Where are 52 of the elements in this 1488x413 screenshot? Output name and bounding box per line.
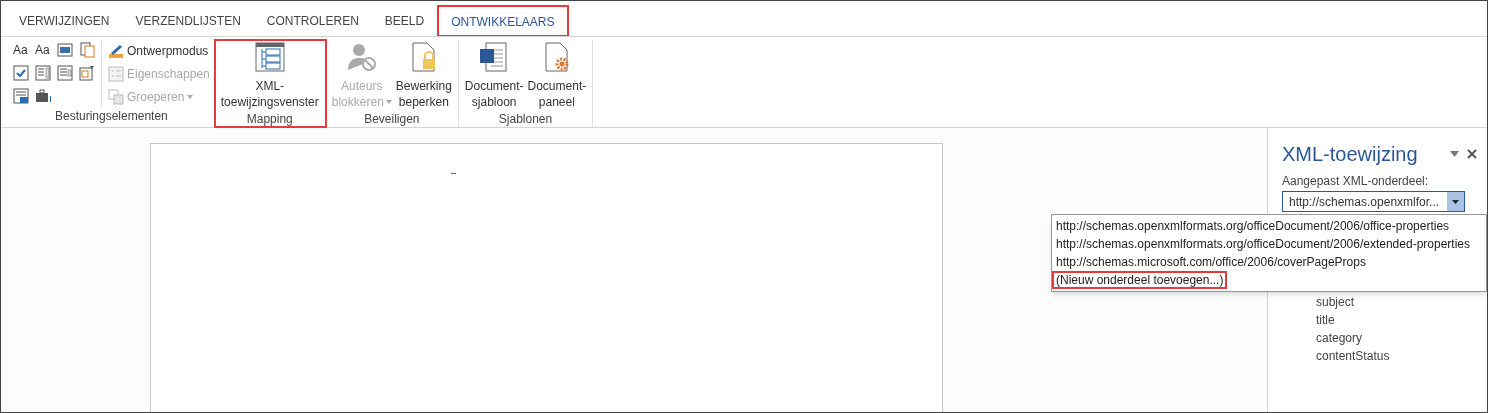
ribbon-tab[interactable]: ONTWIKKELAARS bbox=[438, 6, 568, 36]
font-style-control[interactable]: Aa bbox=[35, 42, 51, 58]
field-label: Aangepast XML-onderdeel: bbox=[1282, 174, 1430, 188]
button-label: beperken bbox=[398, 94, 449, 110]
group-label: Besturingselementen bbox=[54, 108, 169, 125]
font-style-control[interactable]: Aa bbox=[13, 42, 29, 58]
xml-part-select[interactable]: http://schemas.openxmlfor... bbox=[1282, 191, 1465, 212]
button-label: Bewerking bbox=[395, 78, 452, 94]
group-icon bbox=[108, 88, 124, 105]
caret-icon bbox=[385, 100, 392, 104]
tree-item[interactable]: subject bbox=[1316, 293, 1477, 311]
button-label: XML- bbox=[255, 78, 285, 94]
ruler-pencil-icon bbox=[108, 42, 124, 59]
table-tree-icon bbox=[253, 42, 286, 72]
properties-icon bbox=[108, 65, 124, 82]
tree-item[interactable]: category bbox=[1316, 329, 1477, 347]
tree-item[interactable]: contentStatus bbox=[1316, 347, 1477, 365]
control-icon[interactable] bbox=[79, 65, 95, 81]
control-icon[interactable] bbox=[13, 88, 29, 104]
pane-title: XML-toewijzing bbox=[1282, 142, 1419, 166]
ribbon-large-button[interactable]: Document- sjabloon bbox=[462, 40, 526, 110]
group-label: Mapping bbox=[245, 111, 294, 128]
ribbon-large-button[interactable]: Document- paneel bbox=[525, 40, 589, 110]
button-label: toewijzingsvenster bbox=[220, 94, 319, 110]
button-label: Document- bbox=[464, 78, 524, 94]
button-label: blokkeren bbox=[331, 94, 392, 110]
group-label: Beveiligen bbox=[363, 111, 421, 128]
caret-icon[interactable] bbox=[1450, 151, 1459, 157]
ribbon-tab[interactable]: VERZENDLIJSTEN bbox=[123, 6, 253, 36]
tree-item[interactable]: title bbox=[1316, 311, 1477, 329]
ribbon-tab[interactable]: BEELD bbox=[372, 6, 437, 36]
close-icon[interactable] bbox=[1467, 149, 1477, 159]
control-icon[interactable] bbox=[13, 65, 29, 81]
control-icon[interactable] bbox=[57, 42, 73, 58]
dropdown-option[interactable]: http://schemas.microsoft.com/office/2006/coverPageProps bbox=[1052, 253, 1370, 271]
dropdown-option[interactable]: http://schemas.openxmlformats.org/officeDocument/2006/office-properties bbox=[1052, 217, 1454, 235]
ribbon-tab[interactable]: CONTROLEREN bbox=[254, 6, 371, 36]
button-label: Auteurs bbox=[341, 78, 383, 94]
dropdown-option[interactable]: http://schemas.openxmlformats.org/officeDocument/2006/extended-properties bbox=[1052, 235, 1474, 253]
user-block-icon bbox=[345, 42, 378, 72]
group-label: Sjablonen bbox=[497, 111, 554, 128]
control-icon[interactable] bbox=[35, 88, 51, 104]
button-label: Document- bbox=[527, 78, 587, 94]
button-label: paneel bbox=[538, 94, 575, 110]
ribbon-large-button[interactable]: XML- toewijzingsvenster bbox=[218, 40, 321, 110]
text-cursor bbox=[451, 173, 456, 174]
ribbon-large-button[interactable]: Bewerking beperken bbox=[393, 40, 454, 110]
button-label: sjabloon bbox=[471, 94, 517, 110]
ribbon-tab[interactable]: VERWIJZINGEN bbox=[7, 6, 122, 36]
ribbon-command[interactable]: Ontwerpmodus bbox=[108, 40, 210, 61]
dropdown-option[interactable]: (Nieuw onderdeel toevoegen...) bbox=[1052, 271, 1228, 289]
caret-icon bbox=[187, 94, 194, 99]
